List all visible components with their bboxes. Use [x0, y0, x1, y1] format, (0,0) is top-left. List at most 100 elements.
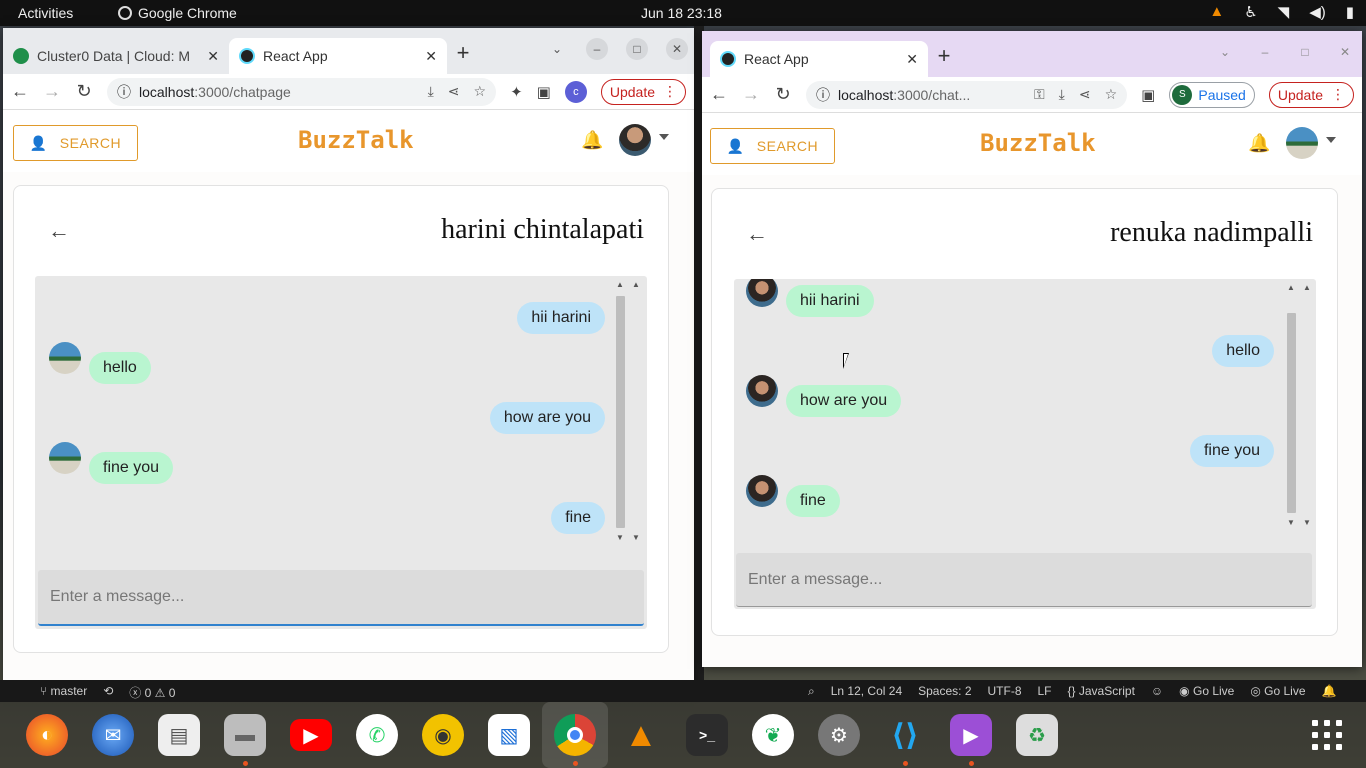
- scroll-down-arrow[interactable]: ▼: [1303, 518, 1311, 527]
- user-avatar[interactable]: [1286, 127, 1318, 159]
- problems-indicator[interactable]: ⓧ 0 ⚠ 0: [129, 684, 175, 701]
- firefox-icon[interactable]: ◐: [14, 702, 80, 768]
- key-icon[interactable]: ⚿: [1034, 86, 1045, 103]
- tab-search-icon[interactable]: ⌄: [1214, 41, 1236, 63]
- close-window-button[interactable]: ✕: [666, 38, 688, 60]
- close-window-button[interactable]: ✕: [1334, 41, 1356, 63]
- files-icon[interactable]: ▬: [212, 702, 278, 768]
- volume-icon[interactable]: ◀): [1309, 3, 1326, 21]
- youtube-icon[interactable]: ▶: [278, 702, 344, 768]
- update-button[interactable]: Update ⋮: [1268, 81, 1354, 108]
- show-apps-grid-icon[interactable]: [1312, 720, 1342, 750]
- system-tray[interactable]: ▲ ♿ ◥ ◀) ▮: [1209, 3, 1354, 21]
- scrollbar[interactable]: ▲ ▼: [1284, 283, 1298, 527]
- scroll-down-arrow[interactable]: ▼: [1287, 518, 1295, 527]
- bookmark-star-icon[interactable]: ☆: [1105, 86, 1118, 103]
- outer-scrollbar[interactable]: ▲ ▼: [629, 280, 643, 542]
- scroll-thumb[interactable]: [1287, 313, 1296, 513]
- paused-profile-button[interactable]: S Paused: [1169, 81, 1255, 108]
- go-live-button-2[interactable]: ◎ Go Live: [1250, 684, 1305, 699]
- writer-icon[interactable]: ▧: [476, 702, 542, 768]
- bookmark-star-icon[interactable]: ☆: [474, 83, 487, 100]
- message-input[interactable]: Enter a message...: [38, 570, 644, 626]
- scroll-down-arrow[interactable]: ▼: [632, 533, 640, 542]
- install-icon[interactable]: ⤓: [1059, 86, 1065, 103]
- bell-icon[interactable]: 🔔: [581, 130, 603, 151]
- encoding[interactable]: UTF-8: [988, 684, 1022, 699]
- battery-icon[interactable]: ▮: [1346, 3, 1354, 21]
- vscode-icon[interactable]: ⟨⟩: [872, 702, 938, 768]
- forward-arrow-icon[interactable]: →: [43, 81, 61, 102]
- maximize-button[interactable]: □: [626, 38, 648, 60]
- bell-icon[interactable]: 🔔: [1248, 133, 1270, 154]
- zoom-icon[interactable]: ⌕: [808, 684, 815, 699]
- terminal-icon[interactable]: >_: [674, 702, 740, 768]
- scroll-up-arrow[interactable]: ▲: [632, 280, 640, 289]
- git-branch[interactable]: ⑂ master: [40, 684, 87, 701]
- scroll-up-arrow[interactable]: ▲: [1287, 283, 1295, 292]
- mongodb-compass-icon[interactable]: ❦: [740, 702, 806, 768]
- app-menu[interactable]: Google Chrome: [118, 5, 237, 21]
- whatsapp-icon[interactable]: ✆: [344, 702, 410, 768]
- back-arrow-icon[interactable]: ←: [746, 221, 768, 247]
- message-input[interactable]: Enter a message...: [736, 553, 1312, 607]
- scroll-up-arrow[interactable]: ▲: [616, 280, 624, 289]
- address-bar[interactable]: ⓘ localhost:3000/chatpage ⤓ ⋖ ☆: [107, 77, 497, 106]
- close-tab-icon[interactable]: ✕: [207, 48, 219, 65]
- maximize-button[interactable]: □: [1294, 41, 1316, 63]
- side-panel-icon[interactable]: ▣: [1141, 86, 1155, 104]
- tab-react-app[interactable]: React App ✕: [229, 38, 447, 74]
- info-icon[interactable]: ⓘ: [117, 82, 131, 102]
- address-bar[interactable]: ⓘ localhost:3000/chat... ⚿ ⤓ ⋖ ☆: [806, 80, 1128, 109]
- scroll-thumb[interactable]: [616, 296, 625, 528]
- outer-scrollbar[interactable]: ▲ ▼: [1300, 283, 1314, 527]
- share-icon[interactable]: ⋖: [448, 83, 460, 100]
- indentation[interactable]: Spaces: 2: [918, 684, 971, 699]
- back-arrow-icon[interactable]: ←: [11, 81, 29, 102]
- copilot-icon[interactable]: ☺: [1151, 684, 1163, 699]
- profile-avatar[interactable]: c: [564, 80, 587, 103]
- back-arrow-icon[interactable]: ←: [48, 218, 70, 244]
- minimize-button[interactable]: –: [586, 38, 608, 60]
- chrome-icon[interactable]: [542, 702, 608, 768]
- vlc-tray-icon[interactable]: ▲: [1209, 3, 1224, 21]
- reload-icon[interactable]: ↻: [774, 84, 792, 105]
- install-icon[interactable]: ⤓: [428, 83, 434, 100]
- notifications-bell-icon[interactable]: 🔔: [1322, 684, 1337, 699]
- new-tab-button[interactable]: +: [928, 43, 960, 69]
- sync-icon[interactable]: ⟲: [103, 684, 113, 701]
- wifi-icon[interactable]: ◥: [1278, 3, 1290, 21]
- user-avatar[interactable]: [619, 124, 651, 156]
- scrollbar[interactable]: ▲ ▼: [613, 280, 627, 542]
- tab-react-app[interactable]: React App ✕: [710, 41, 928, 77]
- search-user-button[interactable]: 👤 SEARCH: [13, 125, 138, 161]
- chevron-down-icon[interactable]: [659, 134, 669, 140]
- share-icon[interactable]: ⋖: [1079, 86, 1091, 103]
- go-live-button[interactable]: ◉ Go Live: [1179, 684, 1234, 699]
- rhythmbox-icon[interactable]: ◉: [410, 702, 476, 768]
- extensions-icon[interactable]: ✦: [510, 83, 523, 101]
- new-tab-button[interactable]: +: [447, 40, 479, 66]
- vlc-icon[interactable]: ▲: [608, 702, 674, 768]
- video-icon[interactable]: ▶: [938, 702, 1004, 768]
- tab-search-icon[interactable]: ⌄: [546, 38, 568, 60]
- search-user-button[interactable]: 👤 SEARCH: [710, 128, 835, 164]
- language-mode[interactable]: {} JavaScript: [1068, 684, 1135, 699]
- end-of-line[interactable]: LF: [1038, 684, 1052, 699]
- forward-arrow-icon[interactable]: →: [742, 84, 760, 105]
- document-viewer-icon[interactable]: ▤: [146, 702, 212, 768]
- update-button[interactable]: Update ⋮: [600, 78, 686, 105]
- scroll-up-arrow[interactable]: ▲: [1303, 283, 1311, 292]
- chevron-down-icon[interactable]: [1326, 137, 1336, 143]
- accessibility-icon[interactable]: ♿: [1244, 3, 1257, 21]
- clock[interactable]: Jun 18 23:18: [641, 5, 722, 21]
- scroll-down-arrow[interactable]: ▼: [616, 533, 624, 542]
- side-panel-icon[interactable]: ▣: [537, 83, 551, 101]
- settings-icon[interactable]: ⚙: [806, 702, 872, 768]
- close-tab-icon[interactable]: ✕: [425, 48, 437, 65]
- trash-icon[interactable]: ♻: [1004, 702, 1070, 768]
- close-tab-icon[interactable]: ✕: [906, 51, 918, 68]
- thunderbird-icon[interactable]: ✉: [80, 702, 146, 768]
- minimize-button[interactable]: –: [1254, 41, 1276, 63]
- info-icon[interactable]: ⓘ: [816, 85, 830, 105]
